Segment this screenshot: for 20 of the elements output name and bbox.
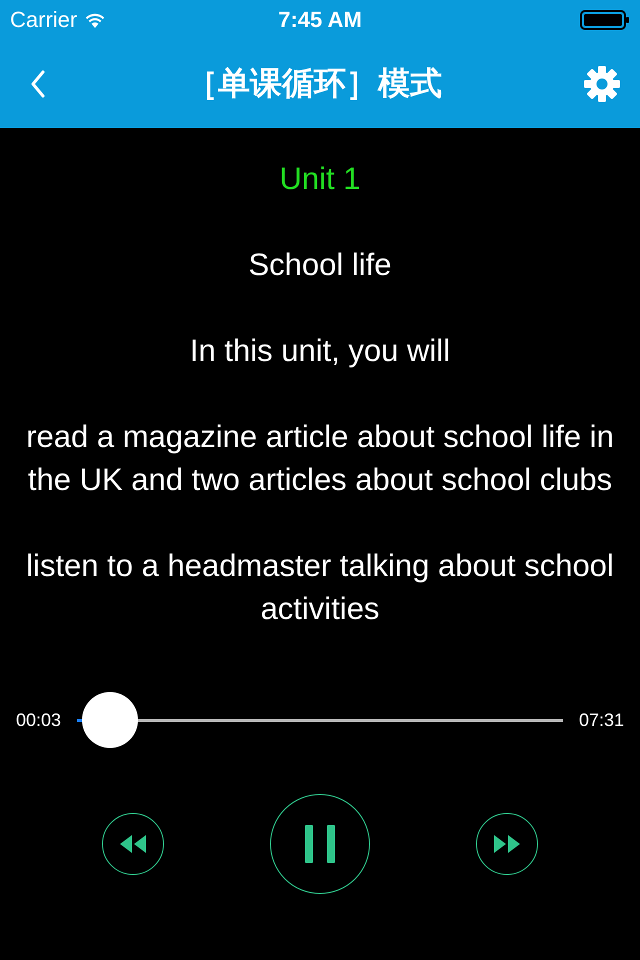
- play-pause-button[interactable]: [270, 794, 370, 894]
- pause-icon: [303, 825, 337, 863]
- lyric-line: listen to a headmaster talking about school activities: [25, 547, 615, 628]
- battery-icon: [580, 10, 630, 30]
- lyric-line: In this unit, you will: [190, 332, 450, 370]
- nav-title: ［单课循环］模式: [186, 64, 442, 103]
- status-time: 7:45 AM: [278, 7, 362, 33]
- settings-icon[interactable]: [582, 64, 622, 104]
- lyric-line: read a magazine article about school life in the UK and two articles about school clubs: [25, 418, 615, 499]
- rewind-button[interactable]: [102, 813, 164, 875]
- lyric-line: School life: [248, 246, 392, 284]
- lyric-line: Unit 1: [280, 160, 360, 198]
- fast-forward-icon: [492, 833, 522, 855]
- carrier-name: Carrier: [10, 7, 78, 33]
- total-time: 07:31: [578, 710, 624, 730]
- fast-forward-button[interactable]: [476, 813, 538, 875]
- back-icon[interactable]: [30, 70, 46, 98]
- rewind-icon: [118, 833, 148, 855]
- wifi-icon: [85, 12, 106, 28]
- elapsed-time: 00:03: [16, 710, 62, 730]
